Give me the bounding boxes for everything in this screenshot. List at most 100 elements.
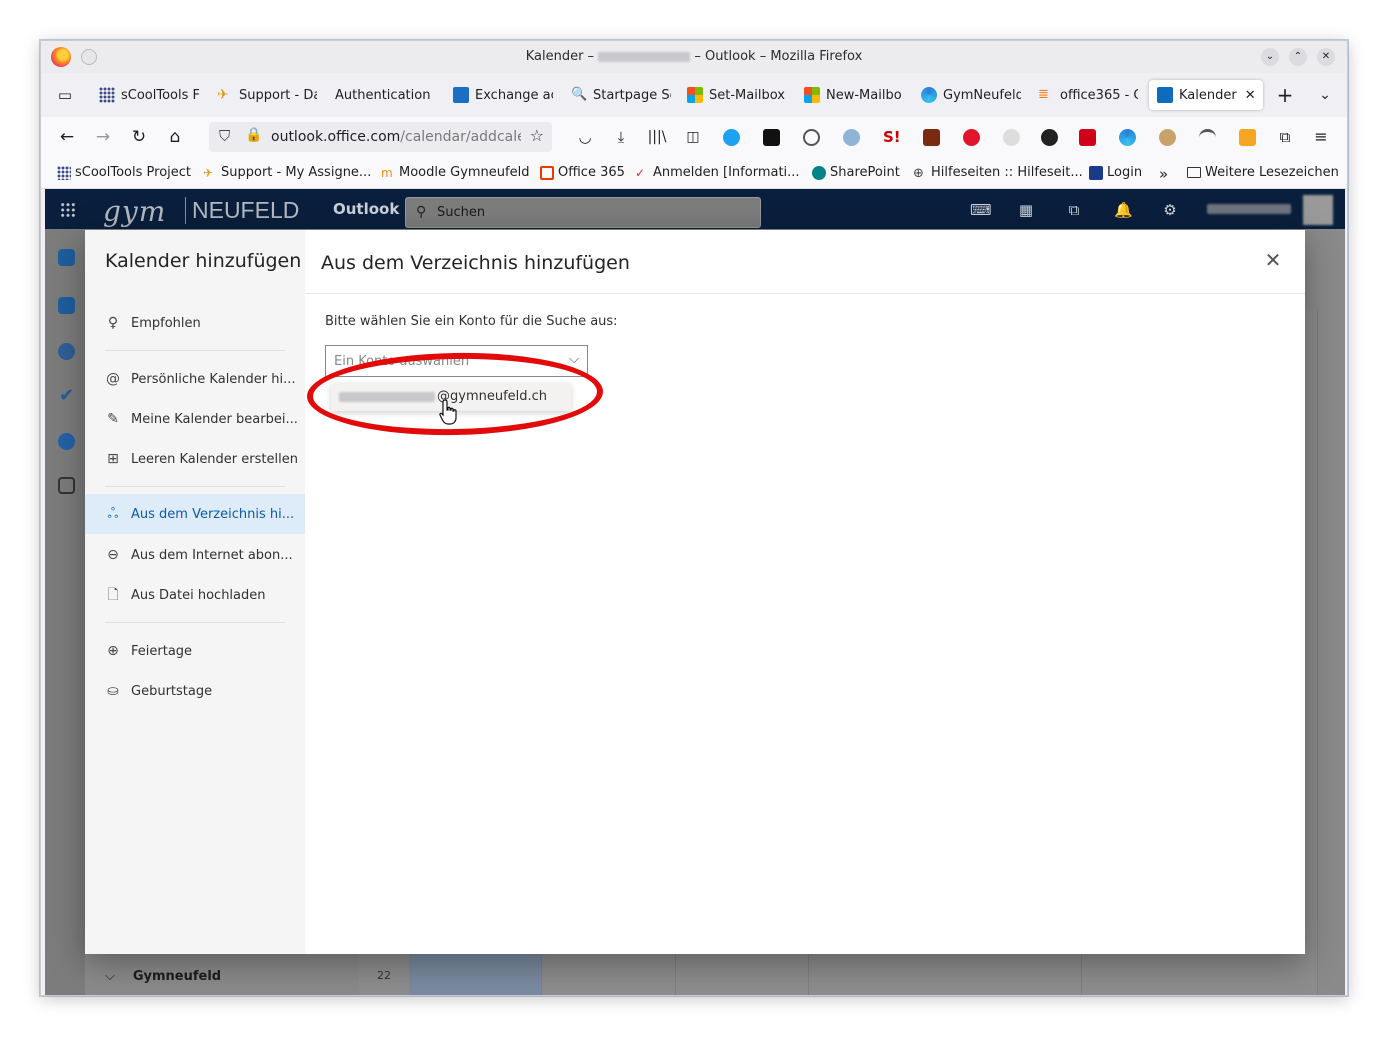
forward-button[interactable]: → — [91, 125, 115, 149]
window-title: Kalender – – Outlook – Mozilla Firefox — [41, 49, 1347, 64]
bookmark-sharepoint[interactable]: SharePoint — [812, 165, 900, 180]
app-name: Outlook — [333, 200, 400, 218]
tab-authentication[interactable]: Authentication — [335, 80, 435, 110]
s-extension-icon[interactable]: S! — [883, 129, 901, 146]
bookmark-moodle[interactable]: m Moodle Gymneufeld — [381, 165, 529, 180]
tab-overview-icon[interactable]: ▭ — [53, 83, 77, 107]
tab-office365[interactable]: ≣ office365 - C — [1038, 80, 1138, 110]
pocket-icon[interactable]: ◡ — [573, 125, 597, 149]
tab-kalender[interactable]: Kalender ✕ — [1149, 80, 1263, 110]
other-bookmarks-folder[interactable]: Weitere Lesezeichen — [1187, 165, 1339, 180]
nav-leeren-kalender[interactable]: ⊞ Leeren Kalender erstellen — [85, 439, 305, 479]
minimize-button[interactable]: ⌄ — [1261, 48, 1279, 66]
extensions-icon[interactable]: ⧉ — [1273, 125, 1297, 149]
nav-aus-datei[interactable]: 🗋 Aus Datei hochladen — [85, 575, 305, 615]
maximize-button[interactable]: ⌃ — [1289, 48, 1307, 66]
bookmark-support[interactable]: ✈ Support - My Assigne... — [203, 165, 371, 180]
dialog-panel: Aus dem Verzeichnis hinzufügen ✕ Bitte w… — [305, 230, 1305, 954]
arc-extension-icon[interactable] — [1199, 129, 1216, 146]
tab-scooltools[interactable]: sCoolTools F — [99, 80, 199, 110]
tab-exchange[interactable]: Exchange ac — [453, 80, 553, 110]
reload-button[interactable]: ↻ — [127, 125, 151, 149]
pen-extension-icon[interactable] — [1079, 129, 1096, 146]
adblock-plus-icon[interactable] — [963, 129, 980, 146]
grid-icon — [57, 165, 71, 180]
nav-aus-dem-internet[interactable]: ⊖ Aus dem Internet abon... — [85, 535, 305, 575]
globe-icon: ⊕ — [107, 643, 119, 659]
cookie-extension-icon[interactable] — [1003, 129, 1020, 146]
tab-startpage[interactable]: 🔍 Startpage Se — [571, 80, 671, 110]
animal-extension-icon[interactable] — [1159, 129, 1176, 146]
library-icon[interactable]: |||\ — [645, 125, 669, 149]
grid-icon — [99, 87, 115, 103]
vpn-extension-icon[interactable] — [843, 129, 860, 146]
app-launcher-icon[interactable] — [60, 202, 76, 218]
sharepoint-icon — [812, 165, 826, 180]
nav-aus-dem-verzeichnis[interactable]: ஃ Aus dem Verzeichnis hi... — [85, 494, 305, 534]
list-tabs-button[interactable]: ⌄ — [1313, 83, 1337, 107]
search-box[interactable]: ⚲ Suchen — [405, 197, 761, 228]
panel-divider — [305, 293, 1305, 294]
bookmark-anmelden[interactable]: ✓ Anmelden [Informati... — [635, 165, 800, 180]
more-bookmarks-button[interactable]: » — [1159, 165, 1168, 183]
shield-icon[interactable]: ⛉ — [219, 127, 230, 145]
tab-gymneufeld[interactable]: GymNeufeld — [921, 80, 1021, 110]
lock-icon[interactable]: 🔒 — [245, 127, 262, 143]
teams-chat-icon[interactable]: ⌨ — [970, 202, 992, 218]
microsoft-icon — [804, 87, 820, 103]
todo-check-icon[interactable]: ✔ — [58, 387, 75, 405]
divider — [105, 486, 285, 487]
mail-icon[interactable] — [58, 249, 75, 266]
calendar-icon[interactable] — [58, 297, 75, 314]
calendar-group-gymneufeld[interactable]: ⌵ Gymneufeld — [105, 969, 221, 984]
avatar[interactable] — [1303, 195, 1333, 225]
close-dialog-button[interactable]: ✕ — [1263, 250, 1283, 270]
bug-extension-icon[interactable] — [923, 129, 940, 146]
download-icon[interactable]: ⤓ — [609, 125, 633, 149]
office-icon — [540, 165, 554, 180]
support-icon: ✈ — [217, 87, 229, 103]
word-icon[interactable]: ▦ — [1018, 202, 1034, 218]
nav-empfohlen[interactable]: ♀ Empfohlen — [85, 303, 305, 343]
bookmark-login[interactable]: Login — [1089, 165, 1142, 180]
back-button[interactable]: ← — [55, 125, 79, 149]
search-placeholder: Suchen — [437, 205, 486, 220]
t-extension-icon[interactable] — [1041, 129, 1058, 146]
bell-icon[interactable]: 🔔 — [1114, 202, 1133, 218]
bookmark-star-icon[interactable]: ☆ — [530, 126, 544, 145]
edge-icon — [921, 87, 937, 103]
calendar-icon — [1157, 87, 1173, 103]
tab-support[interactable]: ✈ Support - Da — [217, 80, 317, 110]
edge-extension-icon[interactable] — [1119, 129, 1136, 146]
apps-icon[interactable] — [58, 477, 75, 494]
home-button[interactable]: ⌂ — [163, 125, 187, 149]
outlook-header: gym NEUFELD Outlook ⚲ Suchen ⌨ ▦ ⧉ 🔔 ⚙ — [45, 189, 1345, 229]
url-bar[interactable]: ⛉ 🔒 outlook.office.com/calendar/addcalen… — [209, 122, 552, 152]
notes-extension-icon[interactable] — [763, 129, 780, 146]
sync-extension-icon[interactable] — [723, 129, 740, 146]
bookmark-scooltools[interactable]: sCoolTools Project — [57, 165, 191, 180]
bookmark-hilfeseiten[interactable]: ⊕ Hilfeseiten :: Hilfeseit... — [913, 165, 1083, 181]
nav-geburtstage[interactable]: ⛀ Geburtstage — [85, 671, 305, 711]
my-day-icon[interactable]: ⧉ — [1066, 202, 1082, 218]
people-icon[interactable] — [58, 343, 75, 360]
onedrive-icon[interactable] — [58, 433, 75, 450]
tab-new-mailbox[interactable]: New-Mailbo — [804, 80, 904, 110]
bookmark-office365[interactable]: Office 365 — [540, 165, 625, 180]
divider — [105, 622, 285, 623]
gear-icon[interactable]: ⚙ — [1162, 202, 1178, 218]
nav-feiertage[interactable]: ⊕ Feiertage — [85, 631, 305, 671]
gym-logo: gym — [103, 195, 167, 228]
badge-extension-icon[interactable] — [1239, 129, 1256, 146]
close-window-button[interactable]: ✕ — [1317, 48, 1335, 66]
new-tab-button[interactable]: + — [1273, 83, 1297, 107]
nav-meine-kalender-bearbeiten[interactable]: ✎ Meine Kalender bearbei... — [85, 399, 305, 439]
menu-icon[interactable]: ≡ — [1309, 125, 1333, 149]
account-prompt: Bitte wählen Sie ein Konto für die Suche… — [325, 314, 618, 329]
close-tab-icon[interactable]: ✕ — [1245, 88, 1256, 103]
sidebar-icon[interactable]: ◫ — [681, 125, 705, 149]
folder-icon — [1187, 167, 1201, 178]
nav-persoenliche-kalender[interactable]: @ Persönliche Kalender hi... — [85, 359, 305, 399]
privacy-extension-icon[interactable] — [803, 129, 820, 146]
tab-set-mailbox[interactable]: Set-Mailbox — [687, 80, 787, 110]
